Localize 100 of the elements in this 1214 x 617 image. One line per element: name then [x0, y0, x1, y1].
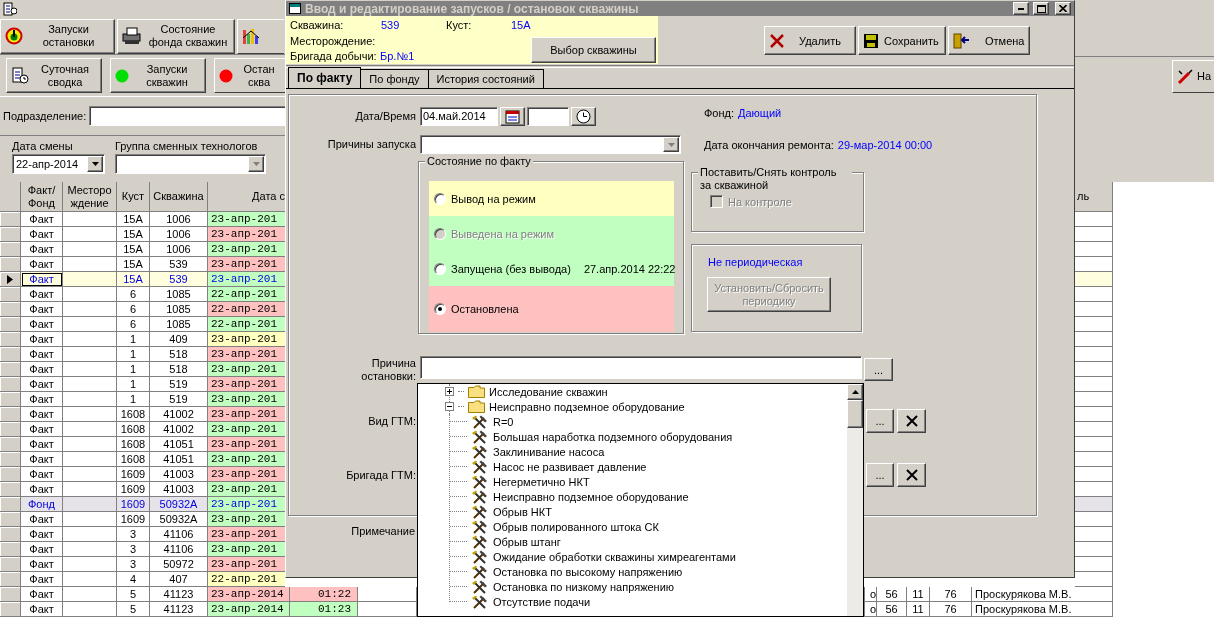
column-header[interactable]: Скважина	[150, 182, 208, 212]
date-dropdown[interactable]: 22-апр-2014	[12, 154, 105, 174]
toolbar-button[interactable]: На	[1172, 60, 1214, 93]
browse-button[interactable]: ...	[866, 409, 894, 433]
calendar-button[interactable]	[500, 107, 525, 126]
status-dot-icon	[115, 68, 129, 83]
tab[interactable]: По факту	[288, 67, 362, 88]
action-button[interactable]: Отмена	[948, 26, 1030, 55]
clock-button[interactable]	[571, 107, 596, 126]
column-header[interactable]: Куст	[117, 182, 150, 212]
tree-item[interactable]: Исследование скважин	[418, 384, 847, 399]
tree-item[interactable]: Заклинивание насоса	[418, 444, 847, 459]
table-cell: 76	[930, 587, 972, 602]
browse-button[interactable]: ...	[864, 358, 893, 381]
toolbar-button[interactable]: Остан сква	[214, 58, 285, 93]
table-cell: Факт	[21, 347, 63, 362]
dropdown[interactable]	[115, 154, 266, 174]
toolbar-button[interactable]	[237, 18, 284, 54]
dropdown[interactable]	[420, 135, 681, 154]
table-cell: 41051	[150, 437, 208, 452]
table-cell	[63, 512, 117, 527]
dropdown-arrow-icon	[252, 162, 260, 166]
tab[interactable]: История состояний	[427, 69, 544, 88]
table-cell: 23-апр-201	[208, 512, 285, 527]
tree-item[interactable]: Неисправно подземное оборудование	[418, 399, 847, 414]
radio-button[interactable]	[434, 192, 446, 205]
tree-item[interactable]: Отсутствие подачи	[418, 594, 847, 609]
column-header[interactable]: Факт/ Фонд	[21, 182, 63, 212]
table-cell: 22-апр-201	[208, 317, 285, 332]
table-cell	[63, 272, 117, 287]
table-cell: 3	[117, 527, 150, 542]
tree-item[interactable]: Ожидание обработки скважины химреагентами	[418, 549, 847, 564]
minimize-button[interactable]	[1013, 2, 1029, 15]
table-cell: Факт	[21, 572, 63, 587]
table-cell: 56	[877, 602, 907, 617]
table-cell: 23-апр-201	[208, 482, 285, 497]
table-cell	[63, 467, 117, 482]
table-cell: 15А	[117, 242, 150, 257]
input-field[interactable]	[420, 356, 862, 379]
table-cell: 23-апр-2014	[208, 602, 290, 617]
select-well-button[interactable]: Выбор скважины	[531, 37, 656, 63]
time-field[interactable]	[527, 107, 569, 126]
table-cell: о	[865, 602, 877, 617]
window-icon	[289, 3, 301, 14]
table-cell: Факт	[21, 452, 63, 467]
column-header[interactable]: ль	[1075, 182, 1113, 212]
group-title: Поставить/Снять контроль за скважиной	[698, 166, 852, 192]
cross-icon	[905, 415, 918, 427]
table-cell: 1609	[117, 467, 150, 482]
input-field[interactable]	[89, 106, 285, 126]
info-value: 15А	[511, 18, 531, 31]
table-cell: 15А	[117, 257, 150, 272]
clear-button[interactable]	[897, 463, 926, 487]
date-field[interactable]: 04.май.2014	[420, 107, 498, 126]
checkbox-label: На контроле	[728, 195, 792, 208]
radio-button[interactable]	[434, 303, 446, 315]
column-header[interactable]: Месторо ждение	[63, 182, 117, 212]
info-label: Месторождение:	[290, 34, 376, 47]
action-button[interactable]: Удалить	[764, 26, 856, 55]
table-cell: Факт	[21, 362, 63, 377]
tree-item[interactable]: Неисправно подземное оборудование	[418, 489, 847, 504]
field-label: Примечание	[351, 525, 415, 537]
table-cell	[63, 527, 117, 542]
tree-item[interactable]: Обрыв полированного штока СК	[418, 519, 847, 534]
action-button[interactable]: Сохранить	[858, 26, 946, 55]
table-cell: Факт	[21, 482, 63, 497]
table-cell: Факт	[21, 377, 63, 392]
table-cell: 519	[150, 377, 208, 392]
tree-item[interactable]: Большая наработка подземного оборудования	[418, 429, 847, 444]
scrollbar-thumb[interactable]	[847, 400, 863, 428]
table-cell: Факт	[21, 512, 63, 527]
field-label: Бригада ГТМ:	[345, 467, 417, 483]
tools-icon	[471, 504, 489, 519]
scroll-up-button[interactable]	[847, 384, 863, 400]
table-cell: 23-апр-2014	[208, 587, 290, 602]
browse-button[interactable]: ...	[866, 463, 894, 487]
toolbar-button[interactable]: Запуски скважин	[110, 58, 206, 93]
tree-item[interactable]: Обрыв штанг	[418, 534, 847, 549]
tree-item[interactable]: R=0	[418, 414, 847, 429]
table-cell: Факт	[21, 587, 63, 602]
tools-icon	[471, 534, 489, 549]
row-header[interactable]	[0, 272, 21, 287]
toolbar-button[interactable]: Состояние фонда скважин	[117, 18, 235, 54]
tree-item[interactable]: Остановка по высокому напряжению	[418, 564, 847, 579]
maximize-button[interactable]	[1033, 2, 1049, 15]
table-cell: Факт	[21, 422, 63, 437]
table-cell: 23-апр-201	[208, 362, 285, 377]
table-cell: 539	[150, 257, 208, 272]
toolbar-button[interactable]: Запуски остановки	[0, 18, 115, 54]
table-cell: Факт	[21, 257, 63, 272]
clear-button[interactable]	[897, 409, 926, 433]
toolbar-button[interactable]: Суточная сводка	[6, 58, 102, 93]
tree-item[interactable]: Обрыв НКТ	[418, 504, 847, 519]
close-button[interactable]	[1055, 2, 1071, 15]
tree-item[interactable]: Негерметично НКТ	[418, 474, 847, 489]
tree-item[interactable]: Остановка по низкому напряжению	[418, 579, 847, 594]
tools-icon	[471, 579, 489, 594]
table-cell: 1006	[150, 242, 208, 257]
tree-item[interactable]: Насос не развивает давление	[418, 459, 847, 474]
tab[interactable]: По фонду	[360, 69, 429, 88]
